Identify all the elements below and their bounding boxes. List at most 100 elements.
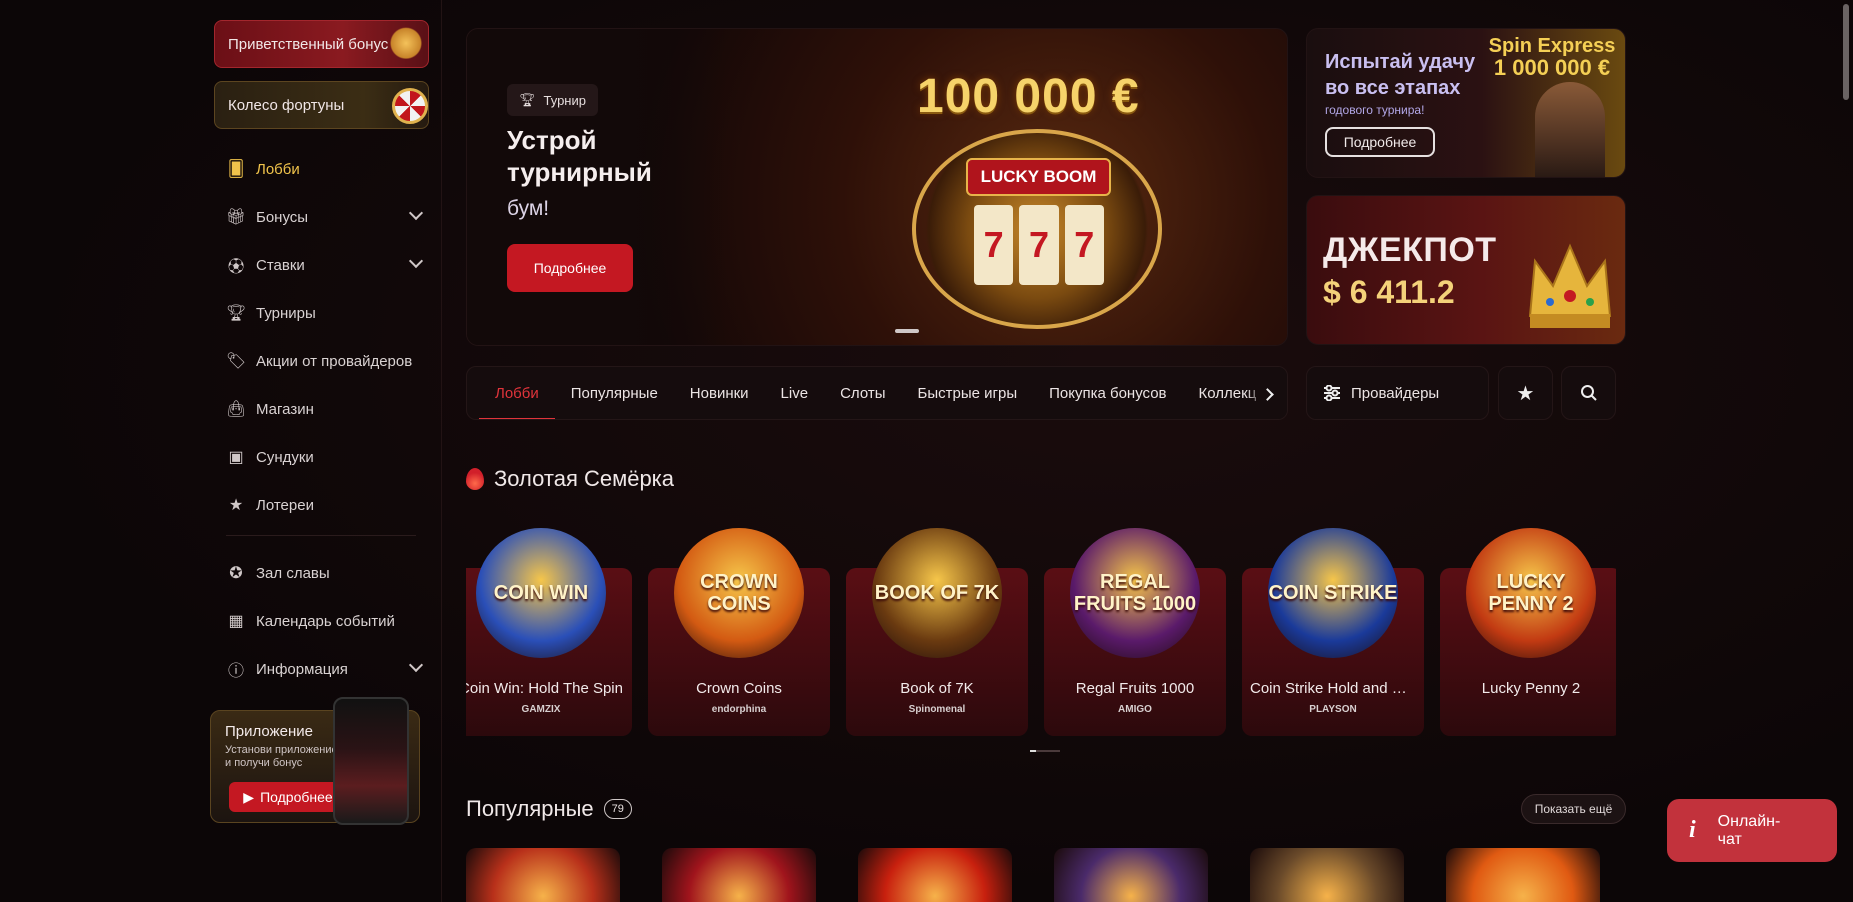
popular-game-card[interactable]	[858, 848, 1012, 902]
tabs-next-button[interactable]	[1247, 367, 1287, 419]
sidebar-item[interactable]: ⚽︎ Ставки	[214, 241, 429, 289]
jackpot-title: ДЖЕКПОТ	[1323, 231, 1497, 269]
play-icon: ▶	[243, 788, 255, 805]
popular-game-card[interactable]	[1250, 848, 1404, 902]
app-promo-card: Приложение Установи приложение и получи …	[210, 697, 420, 825]
show-more-button[interactable]: Показать ещё	[1521, 794, 1626, 824]
category-tab[interactable]: Новинки	[674, 367, 765, 419]
welcome-bonus-label: Приветственный бонус	[228, 35, 389, 53]
popular-games	[466, 848, 1626, 902]
sidebar-item[interactable]: ★ Лотереи	[214, 481, 429, 529]
search-button[interactable]	[1561, 366, 1616, 420]
sidebar-nav: 🂠 Лобби 🎁︎ Бонусы ⚽︎ Ставки 🏆︎ Турниры 🏷︎ Акции о…	[214, 145, 429, 529]
sidebar-item[interactable]: ✪ Зал славы	[214, 549, 429, 597]
game-name: Lucky Penny 2	[1481, 680, 1581, 697]
game-card[interactable]: COIN STRIKE Coin Strike Hold and Win PLAYS…	[1242, 528, 1424, 736]
app-promo-button[interactable]: ▶ Подробнее	[229, 782, 347, 812]
slot-reel: 7	[1064, 205, 1104, 285]
hero-title: Устрой турнирный	[507, 125, 652, 187]
jackpot-banner[interactable]: ДЖЕКПОТ $ 6 411.2	[1306, 195, 1626, 345]
game-artwork: REGAL FRUITS 1000	[1070, 528, 1200, 658]
chevron-down-icon[interactable]	[408, 253, 424, 269]
wheel-icon	[392, 88, 428, 124]
calendar-icon: ▦	[228, 613, 244, 630]
game-provider-logo: Spinomenal	[908, 704, 966, 715]
jackpot-amount: $ 6 411.2	[1323, 274, 1455, 310]
sidebar-nav-secondary: ✪ Зал славы ▦ Календарь событий ⓘ Информация	[214, 549, 429, 693]
trophy-icon: 🏆︎	[225, 305, 247, 322]
hero-tag-label: Турнир	[543, 92, 586, 108]
fortune-wheel-button[interactable]: Колесо фортуны	[214, 81, 429, 129]
game-artwork: LUCKY PENNY 2	[1466, 528, 1596, 658]
providers-button[interactable]: Провайдеры	[1306, 366, 1489, 420]
trophy-icon: 🏆︎	[519, 92, 536, 107]
game-name: Book of 7K	[900, 680, 974, 697]
app-promo-subtitle: Установи приложение и получи бонус	[225, 744, 338, 769]
popular-game-card[interactable]	[466, 848, 620, 902]
sidebar-item[interactable]: ▦ Календарь событий	[214, 597, 429, 645]
slot-reel: 7	[1019, 205, 1059, 285]
online-chat-button[interactable]: i Онлайн-чат	[1667, 799, 1837, 862]
sidebar-item[interactable]: 🎁︎ Бонусы	[214, 193, 429, 241]
lottery-ticket-icon: ★	[228, 497, 244, 514]
sidebar-item[interactable]: 🏷︎ Акции от провайдеров	[214, 337, 429, 385]
hero-banner[interactable]: LUCKY BOOM 7 7 7 100 000 € 🏆︎ Турнир Уст…	[466, 28, 1288, 346]
game-card[interactable]: CROWN COINS Crown Coins endorphina	[648, 528, 830, 736]
game-provider-logo: AMIGO	[1118, 704, 1152, 715]
category-tabs: Лобби Популярные Новинки Live Слоты Быстрые и…	[466, 366, 1288, 420]
popular-game-card[interactable]	[1054, 848, 1208, 902]
game-provider-logo: endorphina	[711, 704, 767, 715]
tournament-promo-subtitle: годового турнира!	[1325, 103, 1425, 117]
popular-game-card[interactable]	[662, 848, 816, 902]
category-tab[interactable]: Быстрые игры	[902, 367, 1034, 419]
tournament-promo-banner[interactable]: Spin Express 1 000 000 € Испытай удачу в…	[1306, 28, 1626, 178]
chevron-down-icon[interactable]	[408, 205, 424, 221]
page-scrollbar[interactable]	[1843, 4, 1849, 100]
fire-icon	[466, 468, 484, 490]
category-tab[interactable]: Лобби	[479, 367, 555, 419]
star-icon: ★	[1516, 382, 1535, 405]
tournament-promo-button[interactable]: Подробнее	[1325, 127, 1435, 157]
sidebar-item-label: Ставки	[256, 256, 305, 274]
game-provider-logo: PLAYSON	[1309, 704, 1357, 715]
sidebar-item[interactable]: ⓘ Информация	[214, 645, 429, 693]
phone-mockup-image	[333, 697, 409, 825]
popular-game-card[interactable]	[1446, 848, 1600, 902]
popular-header: Популярные 79	[466, 796, 632, 822]
sidebar-item[interactable]: 👜︎ Магазин	[214, 385, 429, 433]
sidebar-item[interactable]: 🂠 Лобби	[214, 145, 429, 193]
slot-reel: 7	[974, 205, 1014, 285]
carousel-indicator[interactable]	[895, 329, 919, 333]
sidebar-item-label: Зал славы	[256, 564, 330, 582]
game-card[interactable]: BOOK OF 7K Book of 7K Spinomenal	[846, 528, 1028, 736]
golden-seven-header: Золотая Семёрка	[466, 466, 674, 492]
hero-tag: 🏆︎ Турнир	[507, 84, 598, 116]
shopping-bag-icon: 👜︎	[225, 401, 247, 418]
info-icon: i	[1689, 817, 1696, 843]
row-scroll-indicator	[1030, 750, 1060, 752]
sidebar-item-label: Календарь событий	[256, 612, 395, 630]
category-tab[interactable]: Популярные	[555, 367, 674, 419]
sidebar-divider	[226, 535, 416, 536]
hero-details-button[interactable]: Подробнее	[507, 244, 633, 292]
sidebar-item[interactable]: ▣ Сундуки	[214, 433, 429, 481]
sidebar-item-label: Бонусы	[256, 208, 309, 226]
chevron-down-icon[interactable]	[408, 657, 424, 673]
hero-subtitle: бум!	[507, 197, 550, 220]
game-name: Coin Win: Hold The Spin	[466, 680, 623, 697]
category-tab[interactable]: Live	[765, 367, 825, 419]
crown-icon	[1528, 243, 1612, 328]
game-artwork: COIN WIN	[476, 528, 606, 658]
category-tab[interactable]: Покупка бонусов	[1033, 367, 1182, 419]
game-card[interactable]: LUCKY PENNY 2 Lucky Penny 2	[1440, 528, 1616, 736]
sidebar-item-label: Информация	[256, 660, 348, 678]
game-card[interactable]: REGAL FRUITS 1000 Regal Fruits 1000 AMIGO	[1044, 528, 1226, 736]
page-root: Приветственный бонус Колесо фортуны 🂠 Лоб…	[0, 0, 1853, 902]
welcome-bonus-button[interactable]: Приветственный бонус	[214, 20, 429, 68]
game-card[interactable]: COIN WIN Coin Win: Hold The Spin GAMZIX	[466, 528, 632, 736]
game-provider-logo: GAMZIX	[521, 704, 561, 715]
category-tab[interactable]: Слоты	[824, 367, 901, 419]
sidebar-item[interactable]: 🏆︎ Турниры	[214, 289, 429, 337]
favorites-button[interactable]: ★	[1498, 366, 1553, 420]
promo-person-image	[1535, 82, 1605, 177]
